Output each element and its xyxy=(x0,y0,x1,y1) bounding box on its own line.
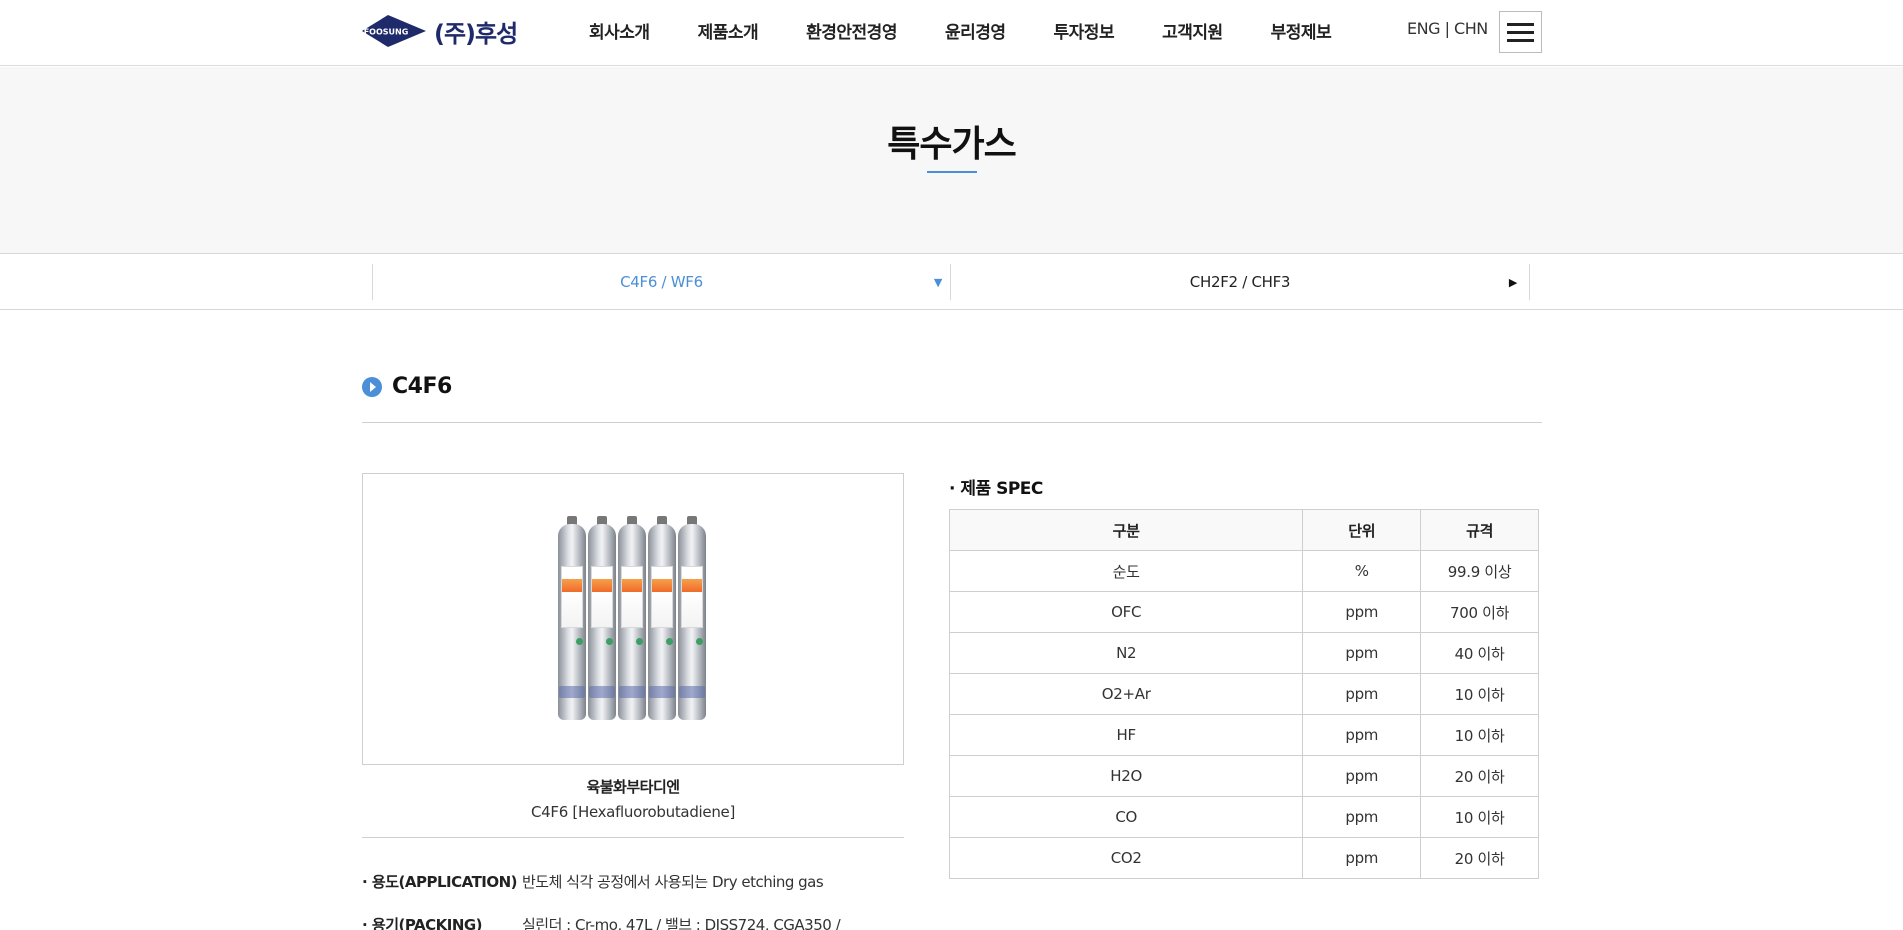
spec-cell: 20 이하 xyxy=(1420,837,1539,879)
spec-title: · 제품 SPEC xyxy=(949,479,1043,499)
main-nav: 회사소개 제품소개 환경안전경영 윤리경영 투자정보 고객지원 부정제보 xyxy=(589,0,1379,60)
title-underline xyxy=(927,171,977,173)
spec-cell: ppm xyxy=(1302,591,1422,633)
spec-cell: CO2 xyxy=(948,837,1304,879)
info-value: 실린더 : Cr-mo, 47L / 밸브 : DISS724, CGA350 … xyxy=(522,916,841,930)
cylinder xyxy=(558,516,586,726)
table-row: 순도% 99.9 이상 xyxy=(948,550,1539,592)
logo-mark-text: FOOSUNG xyxy=(364,28,409,37)
spec-cell: ppm xyxy=(1302,673,1422,715)
spec-cell: 99.9 이상 xyxy=(1420,550,1539,592)
caret-right-icon: ▶ xyxy=(1508,275,1517,289)
cylinder xyxy=(678,516,706,726)
gas-cylinders-image xyxy=(558,516,708,726)
spec-cell: 10 이하 xyxy=(1420,673,1539,715)
section-heading: C4F6 xyxy=(362,374,452,399)
spec-cell: ppm xyxy=(1302,714,1422,756)
nav-item-investment[interactable]: 투자정보 xyxy=(1054,18,1115,43)
spec-header-category: 구분 xyxy=(948,509,1304,551)
spec-cell: % xyxy=(1302,550,1422,592)
nav-item-support[interactable]: 고객지원 xyxy=(1162,18,1223,43)
nav-item-report[interactable]: 부정제보 xyxy=(1271,18,1332,43)
table-row: HF ppm 10 이하 xyxy=(948,714,1539,756)
info-key: · 용도(APPLICATION) xyxy=(362,873,518,891)
spec-table: 구분 단위 규격 순도% 99.9 이상 OFC ppm 700 이하 N2 ppm 40… xyxy=(948,509,1539,879)
hamburger-menu-icon[interactable] xyxy=(1499,11,1542,53)
logo-text: (주)후성 xyxy=(434,19,518,48)
spec-cell: 40 이하 xyxy=(1420,632,1539,674)
nav-item-products[interactable]: 제품소개 xyxy=(698,18,759,43)
cylinder xyxy=(618,516,646,726)
cylinder xyxy=(648,516,676,726)
table-row: CO ppm 10 이하 xyxy=(948,796,1539,838)
page-title: 특수가스 xyxy=(887,124,1016,165)
product-divider xyxy=(362,837,904,838)
section-divider xyxy=(362,422,1542,423)
company-logo[interactable]: FOOSUNG (주)후성 xyxy=(362,13,518,49)
nav-item-environment-safety[interactable]: 환경안전경영 xyxy=(806,18,897,43)
cylinder xyxy=(588,516,616,726)
page-title-area: 특수가스 xyxy=(0,67,1903,254)
subtab-label: C4F6 / WF6 xyxy=(620,273,703,291)
lang-eng-link[interactable]: ENG xyxy=(1407,19,1440,38)
spec-header-standard: 규격 xyxy=(1420,509,1539,551)
subtab-c4f6-wf6[interactable]: C4F6 / WF6 ▼ xyxy=(372,264,950,300)
table-row: H2O ppm 20 이하 xyxy=(948,755,1539,797)
spec-cell: ppm xyxy=(1302,796,1422,838)
table-row: O2+Ar ppm 10 이하 xyxy=(948,673,1539,715)
spec-cell: HF xyxy=(948,714,1304,756)
lang-separator: | xyxy=(1439,19,1455,38)
table-row: OFC ppm 700 이하 xyxy=(948,591,1539,633)
product-image-box xyxy=(362,473,904,765)
spec-cell: 10 이하 xyxy=(1420,796,1539,838)
product-name-korean: 육불화부타디엔 xyxy=(586,778,680,796)
subtab-label: CH2F2 / CHF3 xyxy=(1189,273,1291,291)
language-switcher: ENG | CHN xyxy=(1407,19,1488,38)
spec-cell: CO xyxy=(948,796,1304,838)
nav-item-company[interactable]: 회사소개 xyxy=(589,18,650,43)
spec-cell: 700 이하 xyxy=(1420,591,1539,633)
foosung-logo-icon: FOOSUNG xyxy=(362,15,426,47)
spec-cell: ppm xyxy=(1302,755,1422,797)
spec-header-unit: 단위 xyxy=(1302,509,1422,551)
lang-chn-link[interactable]: CHN xyxy=(1454,19,1488,38)
nav-item-ethics[interactable]: 윤리경영 xyxy=(945,18,1006,43)
info-row-packing: · 용기(PACKING) 실린더 : Cr-mo, 47L / 밸브 : DI… xyxy=(362,914,841,930)
site-header: FOOSUNG (주)후성 회사소개 제품소개 환경안전경영 윤리경영 투자정보… xyxy=(0,0,1903,66)
spec-header-row: 구분 단위 규격 xyxy=(948,509,1539,551)
product-subtabs: C4F6 / WF6 ▼ CH2F2 / CHF3 ▶ xyxy=(0,254,1903,310)
spec-cell: ppm xyxy=(1302,632,1422,674)
spec-cell: OFC xyxy=(948,591,1304,633)
info-row-application: · 용도(APPLICATION) 반도체 식각 공정에서 사용되는 Dry e… xyxy=(362,871,824,892)
spec-cell: 순도 xyxy=(948,550,1304,592)
table-row: CO2 ppm 20 이하 xyxy=(948,837,1539,879)
spec-cell: O2+Ar xyxy=(948,673,1304,715)
caret-down-icon: ▼ xyxy=(933,275,942,289)
spec-cell: 20 이하 xyxy=(1420,755,1539,797)
spec-cell: ppm xyxy=(1302,837,1422,879)
section-title: C4F6 xyxy=(392,374,452,399)
info-key: · 용기(PACKING) xyxy=(362,916,483,930)
product-name-english: C4F6 [Hexafluorobutadiene] xyxy=(530,803,736,821)
info-value: 반도체 식각 공정에서 사용되는 Dry etching gas xyxy=(522,873,824,891)
table-row: N2 ppm 40 이하 xyxy=(948,632,1539,674)
spec-cell: H2O xyxy=(948,755,1304,797)
spec-cell: 10 이하 xyxy=(1420,714,1539,756)
subtab-ch2f2-chf3[interactable]: CH2F2 / CHF3 ▶ xyxy=(950,264,1530,300)
spec-cell: N2 xyxy=(948,632,1304,674)
play-circle-icon xyxy=(362,376,382,397)
